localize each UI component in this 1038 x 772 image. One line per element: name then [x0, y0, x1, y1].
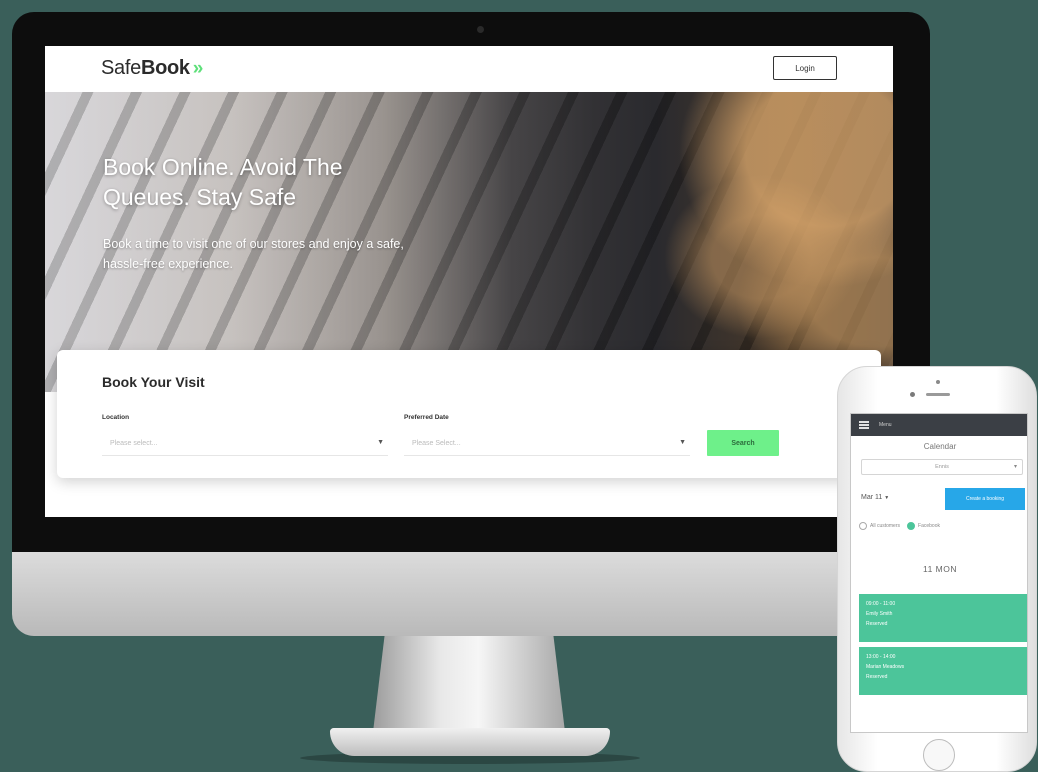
- chevron-down-icon: ▾: [1013, 464, 1017, 470]
- customer-filter: All customers Facebook: [859, 522, 947, 530]
- slot-time: 13:00 - 14:00: [866, 654, 896, 660]
- radio-label-facebook: Facebook: [918, 523, 940, 529]
- logo-text-light: Safe: [101, 57, 141, 79]
- double-chevron-icon: »: [192, 57, 204, 79]
- phone-camera: [936, 380, 940, 384]
- slot-status: Reserved: [866, 674, 888, 680]
- app-bar-label: Menu: [879, 422, 892, 428]
- slot-name: Marian Meadows: [866, 664, 905, 670]
- date-select[interactable]: Please Select... ▼: [404, 432, 690, 456]
- desktop-screen: Safe Book» Login Book Online. Avoid The Q…: [45, 46, 893, 517]
- search-button[interactable]: Search: [707, 430, 779, 456]
- calendar-title: Calendar: [923, 442, 957, 451]
- hero-subtitle: Book a time to visit one of our stores a…: [103, 237, 404, 271]
- hero-title: Book Online. Avoid The Queues. Stay Safe: [103, 154, 343, 210]
- slot-status: Reserved: [866, 621, 888, 627]
- date-text: Mar 11: [861, 494, 883, 501]
- location-placeholder: Please select...: [110, 440, 158, 447]
- chevron-down-icon: ▼: [377, 439, 384, 446]
- location-select[interactable]: Please select... ▼: [102, 432, 388, 456]
- radio-all-customers[interactable]: [859, 522, 867, 530]
- phone-screen: Menu Calendar Ennis ▾ Mar 11 ▼ Create a …: [850, 413, 1028, 733]
- store-select-value: Ennis: [935, 464, 949, 470]
- date-picker[interactable]: Mar 11 ▼: [861, 494, 889, 501]
- logo-text-bold: Book: [140, 57, 190, 79]
- day-title: 11 MON: [922, 564, 958, 574]
- booking-slot[interactable]: 13:00 - 14:00 Marian Meadows Reserved: [859, 647, 1027, 695]
- phone-speaker: [926, 393, 950, 396]
- chevron-down-icon: ▼: [679, 439, 686, 446]
- store-select[interactable]: Ennis ▾: [861, 459, 1023, 475]
- webcam-dot: [477, 26, 484, 33]
- hamburger-menu-icon[interactable]: [859, 421, 869, 429]
- slot-name: Emily Smith: [866, 611, 893, 617]
- slot-time: 09:00 - 11:00: [866, 601, 896, 607]
- monitor-stand-base: [330, 728, 610, 756]
- site-header: Safe Book» Login: [45, 46, 893, 92]
- hero-banner: Book Online. Avoid The Queues. Stay Safe…: [45, 92, 893, 392]
- monitor-stand: [373, 636, 565, 732]
- create-booking-button[interactable]: Create a booking: [945, 488, 1025, 510]
- phone-sensor: [910, 392, 915, 397]
- safebook-logo[interactable]: Safe Book»: [101, 57, 203, 80]
- booking-slot[interactable]: 09:00 - 11:00 Emily Smith Reserved: [859, 594, 1027, 642]
- booking-title: Book Your Visit: [102, 374, 205, 390]
- date-placeholder: Please Select...: [412, 440, 461, 447]
- mobile-phone: Menu Calendar Ennis ▾ Mar 11 ▼ Create a …: [837, 366, 1037, 772]
- location-label: Location: [102, 414, 130, 421]
- radio-facebook[interactable]: [907, 522, 916, 530]
- login-button[interactable]: Login: [773, 56, 837, 80]
- radio-label-all: All customers: [870, 523, 901, 529]
- app-bar: Menu: [851, 414, 1027, 436]
- home-button[interactable]: [923, 739, 955, 771]
- monitor-chin: [12, 552, 930, 636]
- caret-down-icon: ▼: [884, 495, 890, 501]
- date-label: Preferred Date: [404, 414, 449, 421]
- booking-card: Book Your Visit Location Please select..…: [57, 350, 881, 478]
